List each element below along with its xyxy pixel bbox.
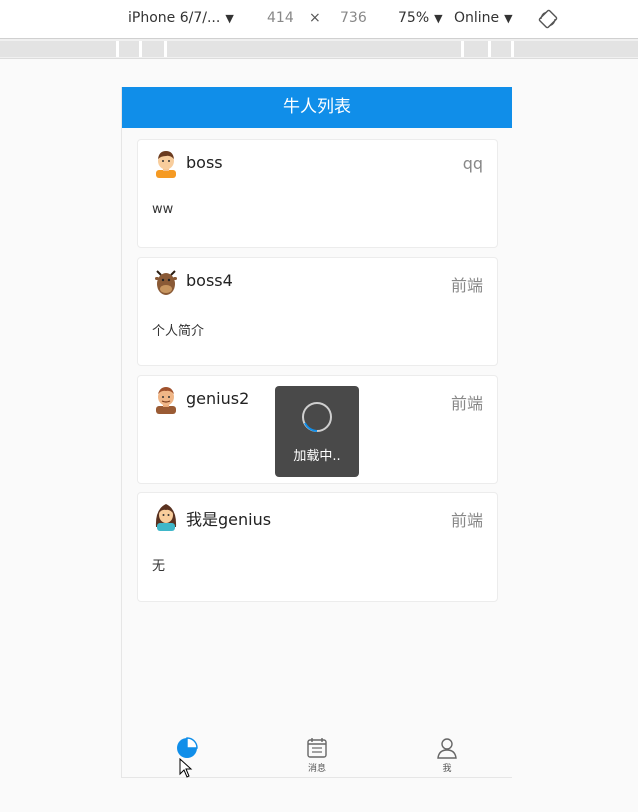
device-select[interactable]: iPhone 6/7/... ▼ bbox=[128, 10, 234, 26]
dimension-separator: × bbox=[309, 10, 321, 26]
zoom-label: 75% bbox=[398, 10, 430, 26]
card-extra: 前端 bbox=[450, 394, 483, 413]
network-select[interactable]: Online ▼ bbox=[454, 10, 513, 26]
tab-label: 消息 bbox=[307, 764, 326, 774]
card-description: 个人简介 bbox=[152, 324, 205, 339]
card-name: genius2 bbox=[186, 389, 250, 408]
girl-avatar-icon bbox=[155, 504, 177, 531]
card-extra: 前端 bbox=[450, 276, 483, 295]
spinner-icon bbox=[302, 402, 332, 432]
network-label: Online bbox=[454, 10, 500, 26]
message-icon bbox=[307, 738, 327, 758]
card-name: boss4 bbox=[186, 271, 233, 290]
card-name: boss bbox=[186, 153, 223, 172]
media-query-ruler bbox=[0, 39, 638, 59]
tab-me[interactable]: 我 bbox=[382, 730, 512, 777]
list-item[interactable]: 我是genius 前端 无 bbox=[137, 492, 498, 602]
device-label: iPhone 6/7/... bbox=[128, 10, 221, 26]
tab-label: 我 bbox=[442, 764, 452, 774]
height-input[interactable]: 736 bbox=[340, 10, 367, 26]
page-title: 牛人列表 bbox=[122, 87, 512, 128]
loading-toast: 加载中.. bbox=[275, 386, 359, 477]
card-name: 我是genius bbox=[186, 510, 272, 529]
list-item[interactable]: boss4 前端 个人简介 bbox=[137, 257, 498, 366]
card-description: 无 bbox=[152, 559, 166, 574]
list-item[interactable]: boss qq ww bbox=[137, 139, 498, 248]
bull-avatar-icon bbox=[155, 270, 177, 295]
mouse-cursor-icon bbox=[179, 758, 193, 778]
width-input[interactable]: 414 bbox=[267, 10, 294, 26]
devtools-toolbar: iPhone 6/7/... ▼ 414 × 736 75% ▼ Online ▼ bbox=[0, 0, 638, 39]
man-avatar-icon bbox=[156, 387, 176, 414]
rotate-icon[interactable] bbox=[538, 9, 558, 29]
caret-down-icon: ▼ bbox=[504, 12, 513, 25]
zoom-select[interactable]: 75% ▼ bbox=[398, 10, 443, 26]
phone-screen: 牛人列表 boss qq ww boss4 前端 个人简介 genius2 前端… bbox=[121, 87, 512, 778]
card-extra: 前端 bbox=[450, 511, 483, 530]
tab-messages[interactable]: 消息 bbox=[252, 730, 382, 777]
card-description: ww bbox=[152, 202, 174, 217]
caret-down-icon: ▼ bbox=[225, 12, 234, 25]
toast-text: 加载中.. bbox=[293, 449, 341, 464]
card-extra: qq bbox=[462, 154, 483, 173]
user-icon bbox=[437, 738, 457, 759]
caret-down-icon: ▼ bbox=[434, 12, 443, 25]
boy-avatar-icon bbox=[156, 151, 176, 178]
pie-chart-icon bbox=[177, 737, 198, 758]
